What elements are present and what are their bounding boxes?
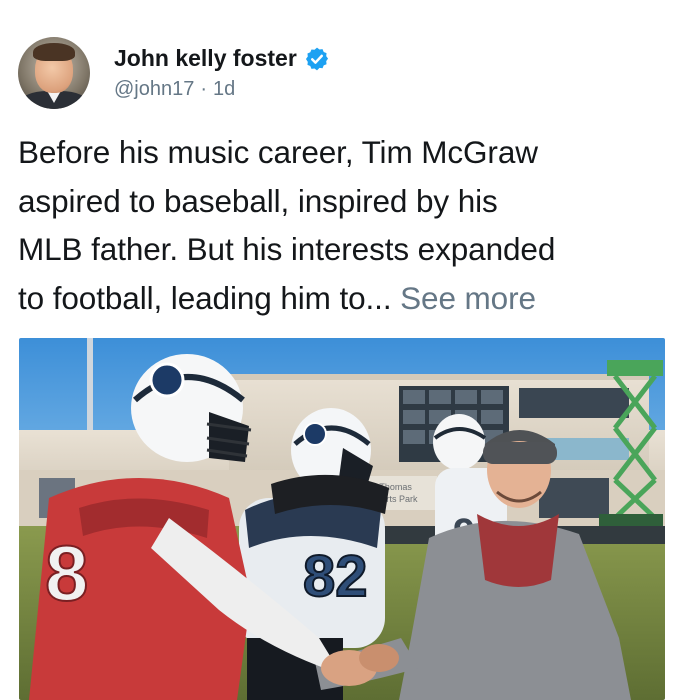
tweet-header: John kelly foster @john17 · 1d — [18, 36, 330, 110]
tweet-text-line: aspired to baseball, inspired by his — [18, 182, 498, 219]
tweet-text-line: MLB father. But his interests expanded — [18, 231, 556, 267]
timestamp[interactable]: 1d — [213, 78, 235, 101]
tweet-photo[interactable]: e Thomas sports Park 9 82 — [19, 338, 665, 700]
tweet-text-line: Before his music career, Tim McGraw — [18, 134, 538, 170]
see-more-link[interactable]: See more — [400, 280, 536, 316]
verified-badge-icon — [305, 47, 328, 70]
name-row: John kelly foster — [114, 45, 330, 72]
author-name[interactable]: John kelly foster — [114, 45, 297, 72]
jersey-number-left: 8 — [45, 529, 88, 617]
tweet-text-tail: to football, leading him to... — [18, 279, 392, 316]
tweet-meta: @john17 · 1d — [114, 78, 330, 101]
tweet-text-line: to football, leading him to... See more — [18, 274, 688, 323]
avatar[interactable] — [18, 37, 90, 109]
tweet-text: Before his music career, Tim McGraw aspi… — [18, 128, 688, 322]
jersey-number-middle: 82 — [303, 544, 368, 609]
separator-dot: · — [200, 78, 208, 100]
user-info: John kelly foster @john17 · 1d — [114, 45, 330, 101]
photo-illustration: e Thomas sports Park 9 82 — [19, 338, 665, 700]
handle[interactable]: @john17 — [114, 78, 194, 101]
